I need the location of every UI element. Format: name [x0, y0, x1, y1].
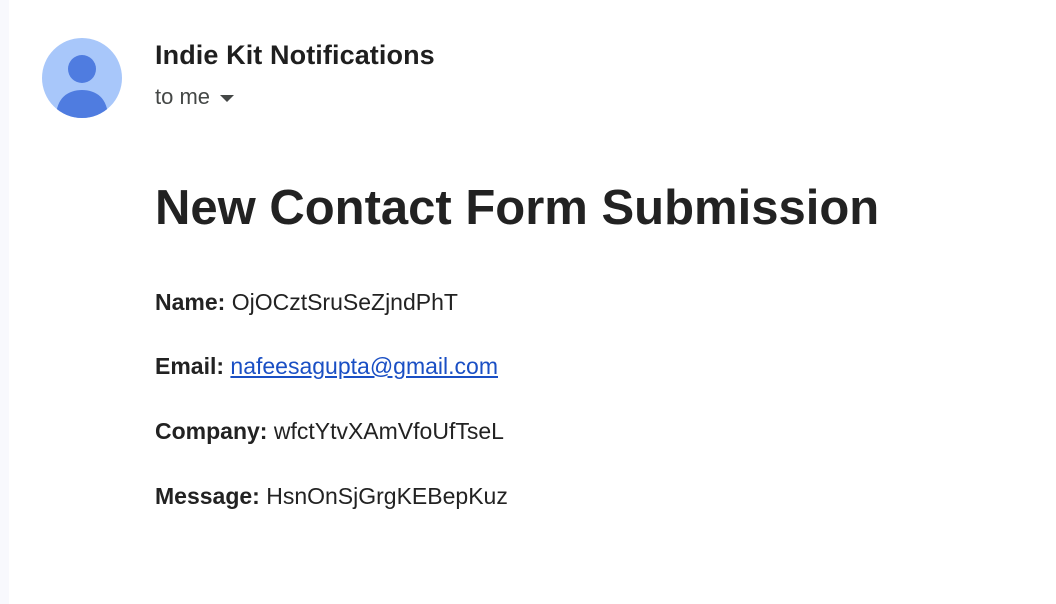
field-value: OjOCztSruSeZjndPhT	[231, 289, 458, 315]
field-label: Message:	[155, 483, 260, 509]
recipient-text: to me	[155, 84, 211, 109]
recipient-details-toggle[interactable]: to me	[155, 84, 235, 110]
field-message: Message: HsnOnSjGrgKEBepKuz	[155, 482, 508, 510]
field-label: Company:	[155, 418, 268, 444]
field-label: Name:	[155, 289, 226, 315]
email-title: New Contact Form Submission	[155, 181, 880, 235]
field-value: wfctYtvXAmVfoUfTseL	[273, 418, 504, 444]
sender-avatar[interactable]	[42, 38, 122, 118]
email-link[interactable]: nafeesagupta@gmail.com	[230, 353, 498, 379]
field-email: Email: nafeesagupta@gmail.com	[155, 352, 498, 380]
email-body: New Contact Form Submission Name: OjOCzt…	[155, 180, 1035, 509]
field-label: Email:	[155, 353, 225, 379]
left-gutter	[0, 0, 9, 604]
field-name: Name: OjOCztSruSeZjndPhT	[155, 288, 458, 316]
sender-name: Indie Kit Notifications	[155, 40, 435, 70]
field-value: HsnOnSjGrgKEBepKuz	[266, 483, 508, 509]
field-company: Company: wfctYtvXAmVfoUfTseL	[155, 417, 504, 445]
person-avatar-icon	[56, 55, 108, 118]
caret-down-icon[interactable]	[220, 94, 235, 102]
